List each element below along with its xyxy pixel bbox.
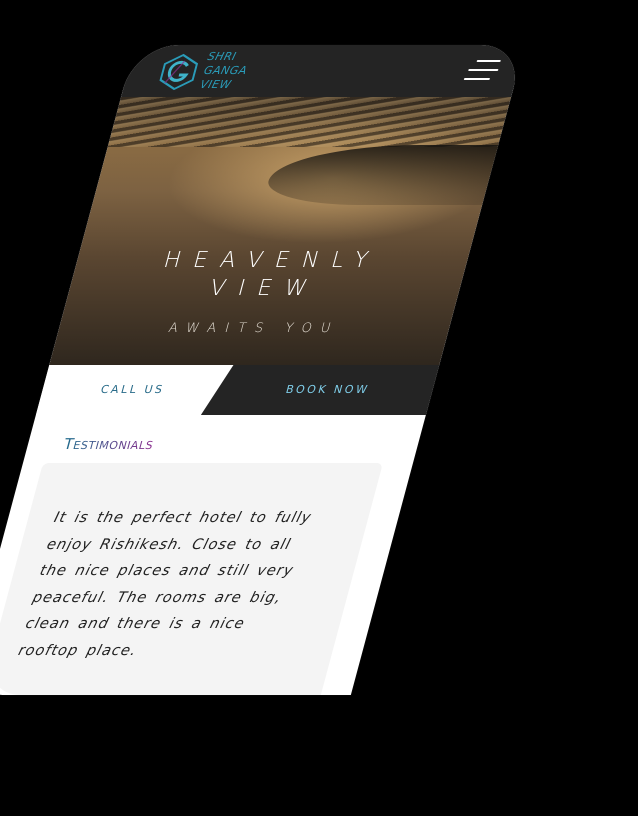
hero-water-texture (107, 97, 512, 147)
hero-shoreline (262, 145, 519, 205)
phone-screen: SHRI GANGA VIEW HEAVENLY VIEW AWAITS YOU… (0, 45, 526, 695)
brand-line-1: SHRI (206, 50, 238, 63)
hero-title-line-1: HEAVENLY (160, 248, 384, 273)
hamburger-bar (468, 69, 499, 71)
call-us-button[interactable]: CALL US (35, 365, 230, 415)
hero-title: HEAVENLY VIEW (66, 247, 471, 303)
brand-line-2: GANGA (202, 64, 249, 77)
book-now-button[interactable]: BOOK NOW (201, 365, 454, 415)
stage: SHRI GANGA VIEW HEAVENLY VIEW AWAITS YOU… (0, 0, 638, 816)
logo-icon[interactable] (155, 53, 203, 91)
brand-line-3: VIEW (198, 78, 233, 91)
hamburger-bar (463, 78, 491, 80)
cta-row: CALL US BOOK NOW (35, 365, 439, 415)
hero-banner: HEAVENLY VIEW AWAITS YOU (49, 97, 519, 365)
testimonial-card: It is the perfect hotel to fully enjoy R… (0, 463, 383, 695)
hero-subtitle: AWAITS YOU (166, 321, 342, 336)
hero-title-line-2: VIEW (206, 276, 323, 301)
testimonial-quote: It is the perfect hotel to fully enjoy R… (16, 510, 314, 659)
brand-name[interactable]: SHRI GANGA VIEW (198, 50, 252, 92)
hamburger-menu-button[interactable] (463, 58, 501, 82)
testimonials-heading: Testimonials (61, 435, 156, 453)
hamburger-bar (476, 60, 501, 62)
top-navbar: SHRI GANGA VIEW (121, 45, 525, 97)
